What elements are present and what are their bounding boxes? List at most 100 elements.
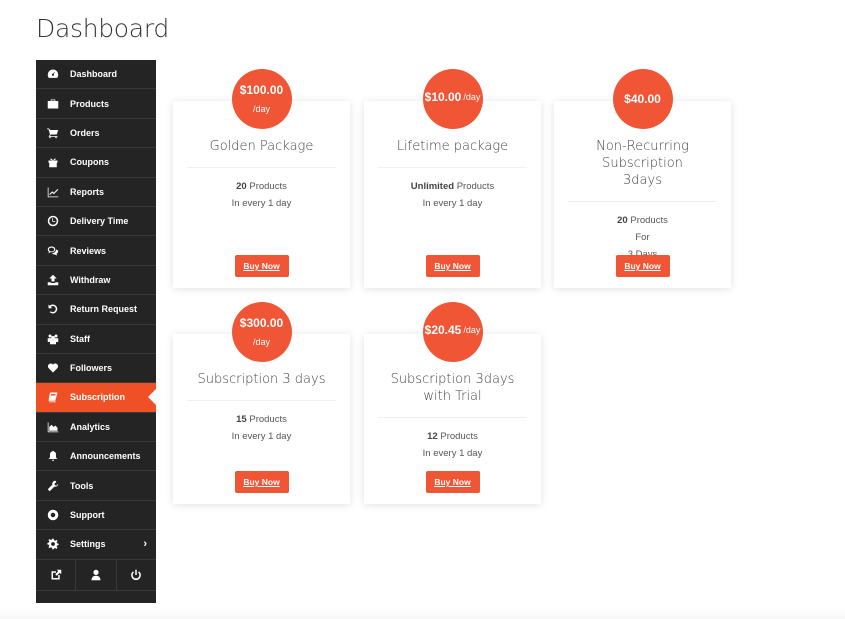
comments-icon	[36, 245, 70, 257]
billing-interval: In every 1 day	[231, 198, 292, 209]
cart-icon	[36, 127, 70, 139]
sidebar-item-label: Support	[70, 510, 105, 521]
package-card: $20.45 /day Subscription 3days with Tria…	[364, 302, 541, 504]
price-period: /day	[463, 91, 481, 102]
price-badge: $40.00	[612, 69, 673, 129]
price-amount: $40.00	[624, 92, 661, 106]
divider	[568, 201, 717, 202]
divider	[378, 167, 527, 168]
sidebar-item-support[interactable]: Support	[36, 501, 156, 531]
sidebar-item-label: Orders	[70, 127, 100, 138]
sidebar-item-label: Delivery Time	[70, 216, 129, 227]
heart-icon	[36, 362, 70, 374]
sidebar-item-coupons[interactable]: Coupons	[36, 148, 156, 178]
logout-button[interactable]	[117, 560, 156, 590]
divider	[378, 417, 527, 418]
billing-interval: In every 1 day	[422, 198, 483, 209]
gear-icon	[36, 538, 70, 550]
package-name: Non-Recurring Subscription 3days	[596, 139, 689, 188]
user-icon	[91, 569, 101, 580]
price-period: /day	[463, 324, 481, 335]
clock-icon	[36, 215, 70, 227]
billing-interval: In every 1 day	[231, 431, 292, 442]
sidebar-item-followers[interactable]: Followers	[36, 354, 156, 384]
area-chart-icon	[36, 421, 70, 433]
sidebar-item-label: Return Request	[70, 304, 138, 315]
sidebar-item-label: Withdraw	[70, 274, 111, 285]
users-icon	[36, 333, 70, 345]
price-badge: $100.00 /day	[231, 69, 292, 129]
sidebar-item-label: Followers	[70, 363, 113, 374]
sidebar-item-label: Announcements	[70, 451, 141, 462]
price-badge: $20.45 /day	[422, 302, 483, 362]
sidebar-item-label: Settings	[70, 539, 106, 550]
sidebar-item-staff[interactable]: Staff	[36, 325, 156, 354]
dashboard-icon	[36, 68, 70, 80]
billing-label: For	[635, 232, 650, 243]
buy-now-button[interactable]: Buy Now	[425, 471, 480, 493]
footer-strip	[0, 609, 845, 619]
price-badge: $300.00 /day	[231, 302, 292, 362]
product-count: 20 Products	[236, 181, 287, 192]
undo-icon	[36, 303, 70, 315]
price-amount: $20.45	[424, 323, 462, 337]
billing-interval: In every 1 day	[422, 448, 483, 459]
price-amount: $300.00	[239, 316, 284, 330]
sidebar-item-settings[interactable]: Settings ›	[36, 530, 156, 560]
price-badge: $10.00 /day	[422, 69, 483, 129]
sidebar-item-announcements[interactable]: Announcements	[36, 442, 156, 472]
buy-now-button[interactable]: Buy Now	[234, 255, 289, 277]
divider	[187, 167, 336, 168]
price-period: /day	[252, 104, 270, 114]
sidebar-item-label: Products	[70, 98, 110, 109]
sidebar-item-analytics[interactable]: Analytics	[36, 413, 156, 443]
briefcase-icon	[36, 98, 70, 110]
sidebar-item-dashboard[interactable]: Dashboard	[36, 60, 156, 90]
sidebar-bottom-bar	[36, 559, 156, 591]
package-card: $100.00 /day Golden Package 20 Products …	[173, 69, 350, 288]
package-card: $10.00 /day Lifetime package Unlimited P…	[364, 69, 541, 288]
sidebar-item-subscription[interactable]: Subscription	[36, 383, 156, 413]
buy-now-button[interactable]: Buy Now	[615, 255, 670, 277]
package-name: Subscription 3days with Trial	[390, 372, 515, 404]
sidebar-item-label: Tools	[70, 480, 94, 491]
sidebar-item-label: Dashboard	[70, 69, 118, 80]
edit-account-button[interactable]	[76, 559, 117, 590]
book-icon	[36, 391, 70, 403]
price-amount: $100.00	[239, 83, 284, 97]
package-name: Golden Package	[209, 139, 314, 154]
page-title: Dashboard	[36, 14, 169, 43]
lifebuoy-icon	[36, 509, 70, 521]
buy-now-button[interactable]: Buy Now	[425, 255, 480, 277]
product-count: 15 Products	[236, 414, 287, 425]
visit-store-button[interactable]	[36, 559, 77, 590]
sidebar-item-withdraw[interactable]: Withdraw	[36, 266, 156, 296]
chevron-right-icon: ›	[143, 538, 147, 551]
bell-icon	[36, 450, 70, 462]
sidebar-item-label: Coupons	[70, 157, 109, 168]
price-period: /day	[252, 337, 270, 347]
sidebar-nav: Dashboard Products Orders Coupons Report…	[36, 60, 156, 603]
product-count: 12 Products	[427, 431, 478, 442]
sidebar-item-delivery-time[interactable]: Delivery Time	[36, 207, 156, 237]
sidebar-item-label: Subscription	[70, 392, 126, 403]
buy-now-button[interactable]: Buy Now	[234, 471, 289, 493]
sidebar-item-reviews[interactable]: Reviews	[36, 236, 156, 266]
sidebar-item-products[interactable]: Products	[36, 89, 156, 119]
sidebar-item-label: Reports	[70, 186, 105, 197]
sidebar-item-reports[interactable]: Reports	[36, 178, 156, 207]
sidebar-item-orders[interactable]: Orders	[36, 119, 156, 149]
line-chart-icon	[36, 186, 70, 198]
gift-icon	[36, 156, 70, 168]
power-icon	[131, 569, 142, 580]
product-count: Unlimited Products	[410, 181, 495, 192]
package-name: Subscription 3 days	[197, 372, 326, 387]
sidebar-item-tools[interactable]: Tools	[36, 471, 156, 501]
sidebar-item-return-request[interactable]: Return Request	[36, 295, 156, 325]
sidebar-item-label: Staff	[70, 333, 90, 344]
sidebar-item-label: Reviews	[70, 245, 107, 256]
product-count: 20 Products	[617, 215, 668, 226]
package-card: $40.00 Non-Recurring Subscription 3days …	[554, 69, 731, 288]
external-link-icon	[51, 569, 61, 580]
package-name: Lifetime package	[396, 139, 509, 154]
